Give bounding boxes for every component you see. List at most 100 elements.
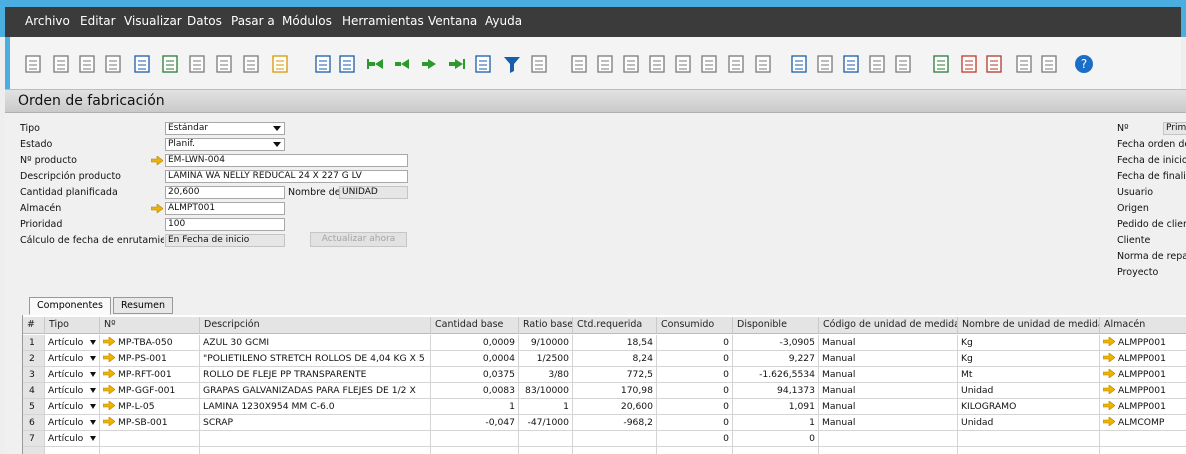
preview-icon[interactable]: [25, 55, 41, 73]
grid-cell-codigo-unidad[interactable]: Manual: [819, 415, 958, 431]
drilldown-icon[interactable]: [675, 55, 691, 73]
hdr-numero[interactable]: Nº: [100, 317, 200, 334]
grid-cell-cantidad-base[interactable]: -0,047: [431, 415, 519, 431]
grid-cell-nombre-unidad[interactable]: KILOGRAMO: [958, 399, 1100, 415]
grid-cell-ctd-requerida[interactable]: [573, 431, 657, 447]
grid-cell-numero[interactable]: MP-SB-001: [100, 415, 200, 431]
close-doc-icon[interactable]: [961, 55, 977, 73]
menu-modulos[interactable]: Módulos: [282, 14, 332, 28]
grid-cell-ctd-requerida[interactable]: 8,24: [573, 351, 657, 367]
grid-cell-descripcion[interactable]: GRAPAS GALVANIZADAS PARA FLEJES DE 1/2 X: [200, 383, 431, 399]
link-arrow-icon[interactable]: [103, 401, 115, 410]
query-icon[interactable]: [843, 55, 859, 73]
grid-cell-consumido[interactable]: 0: [657, 431, 733, 447]
grid-cell-numero[interactable]: MP-GGF-001: [100, 383, 200, 399]
hdr-disponible[interactable]: Disponible: [733, 317, 819, 334]
hdr-tipo[interactable]: Tipo: [45, 317, 100, 334]
menu-editar[interactable]: Editar: [80, 14, 116, 28]
settings-icon[interactable]: [755, 55, 771, 73]
grid-cell-ctd-requerida[interactable]: 170,98: [573, 383, 657, 399]
hdr-descripcion[interactable]: Descripción: [200, 317, 431, 334]
help-icon[interactable]: ?: [1075, 55, 1093, 73]
cantidad-field[interactable]: 20,600: [165, 186, 285, 199]
hdr-cantidad-base[interactable]: Cantidad base: [431, 317, 519, 334]
grid-cell-ratio-base[interactable]: [519, 431, 573, 447]
gross-profit-icon[interactable]: [701, 55, 717, 73]
messages-icon[interactable]: [869, 55, 885, 73]
grid-cell-ctd-requerida[interactable]: 772,5: [573, 367, 657, 383]
refresh-icon[interactable]: [475, 55, 491, 73]
grid-cell-codigo-unidad[interactable]: Manual: [819, 351, 958, 367]
grid-cell-codigo-unidad[interactable]: Manual: [819, 399, 958, 415]
grid-cell-almacen[interactable]: ALMPP001: [1100, 335, 1186, 351]
launch-icon[interactable]: [243, 55, 259, 73]
grid-cell-nombre-unidad[interactable]: Unidad: [958, 383, 1100, 399]
grid-cell-consumido[interactable]: 0: [657, 415, 733, 431]
link-arrow-icon[interactable]: [103, 337, 115, 346]
last-record-icon[interactable]: [449, 59, 465, 69]
chevron-down-icon[interactable]: [90, 388, 96, 393]
grid-cell-numero[interactable]: [100, 431, 200, 447]
menu-datos[interactable]: Datos: [187, 14, 222, 28]
chevron-down-icon[interactable]: [90, 420, 96, 425]
chevron-down-icon[interactable]: [90, 356, 96, 361]
chevron-down-icon[interactable]: [90, 436, 96, 441]
descripcion-field[interactable]: LAMINA WA NELLY REDUCAL 24 X 227 G LV: [165, 170, 408, 183]
find-icon[interactable]: [315, 55, 331, 73]
link-arrow-icon[interactable]: [1103, 401, 1115, 410]
fax-icon[interactable]: [134, 55, 150, 73]
grid-cell-numero[interactable]: MP-TBA-050: [100, 335, 200, 351]
grid-cell-disponible[interactable]: -1.626,5534: [733, 367, 819, 383]
chevron-down-icon[interactable]: [90, 340, 96, 345]
grid-cell-codigo-unidad[interactable]: [819, 431, 958, 447]
grid-cell-numero[interactable]: MP-PS-001: [100, 351, 200, 367]
user-icon[interactable]: [1041, 55, 1057, 73]
email-icon[interactable]: [79, 55, 95, 73]
menu-ventana[interactable]: Ventana: [428, 14, 477, 28]
grid-cell-almacen[interactable]: ALMPP001: [1100, 383, 1186, 399]
grid-cell-disponible[interactable]: 94,1373: [733, 383, 819, 399]
sms-icon[interactable]: [105, 55, 121, 73]
grid-cell-tipo[interactable]: Artículo: [45, 415, 100, 431]
grid-cell-ratio-base[interactable]: 1: [519, 399, 573, 415]
form-settings-icon[interactable]: [339, 55, 355, 73]
hdr-nombre-unidad[interactable]: Nombre de unidad de medida: [958, 317, 1100, 334]
grid-cell-ratio-base[interactable]: 1/2500: [519, 351, 573, 367]
grid-cell-consumido[interactable]: 0: [657, 367, 733, 383]
grid-cell-tipo[interactable]: Artículo: [45, 399, 100, 415]
calculo-field[interactable]: En Fecha de inicio: [165, 234, 285, 247]
series-field[interactable]: Prim: [1163, 122, 1186, 135]
grid-cell-ratio-base[interactable]: 83/10000: [519, 383, 573, 399]
grid-cell-descripcion[interactable]: SCRAP: [200, 415, 431, 431]
link-arrow-icon[interactable]: [103, 353, 115, 362]
hdr-row-number[interactable]: #: [23, 317, 45, 334]
link-arrow-icon[interactable]: [1103, 385, 1115, 394]
grid-cell-almacen[interactable]: ALMPP001: [1100, 367, 1186, 383]
hdr-ctd-requerida[interactable]: Ctd.requerida: [573, 317, 657, 334]
grid-cell-disponible[interactable]: 0: [733, 431, 819, 447]
link-arrow-icon[interactable]: [1103, 369, 1115, 378]
link-arrow-icon[interactable]: [1103, 417, 1115, 426]
lock-icon[interactable]: [272, 55, 288, 73]
menu-pasar-a[interactable]: Pasar a: [231, 14, 275, 28]
sort-icon[interactable]: [531, 55, 547, 73]
link-arrow-icon[interactable]: [1103, 337, 1115, 346]
grid-cell-descripcion[interactable]: LAMINA 1230X954 MM C-6.0: [200, 399, 431, 415]
tab-resumen[interactable]: Resumen: [113, 297, 173, 314]
grid-cell-disponible[interactable]: 1: [733, 415, 819, 431]
grid-cell-tipo[interactable]: Artículo: [45, 383, 100, 399]
grid-cell-disponible[interactable]: -3,0905: [733, 335, 819, 351]
alerts-icon[interactable]: [895, 55, 911, 73]
estado-select[interactable]: Planif.: [165, 138, 285, 151]
menu-ayuda[interactable]: Ayuda: [485, 14, 522, 28]
grid-cell-codigo-unidad[interactable]: Manual: [819, 367, 958, 383]
pdf-icon[interactable]: [216, 55, 232, 73]
cash-icon[interactable]: [649, 55, 665, 73]
producto-field[interactable]: EM-LWN-004: [165, 154, 408, 167]
grid-cell-descripcion[interactable]: AZUL 30 GCMI: [200, 335, 431, 351]
grid-cell-cantidad-base[interactable]: [431, 431, 519, 447]
previous-record-icon[interactable]: [395, 59, 409, 69]
calendar-icon[interactable]: [933, 55, 949, 73]
hdr-ratio-base[interactable]: Ratio base: [519, 317, 573, 334]
grid-cell-descripcion[interactable]: ROLLO DE FLEJE PP TRANSPARENTE: [200, 367, 431, 383]
